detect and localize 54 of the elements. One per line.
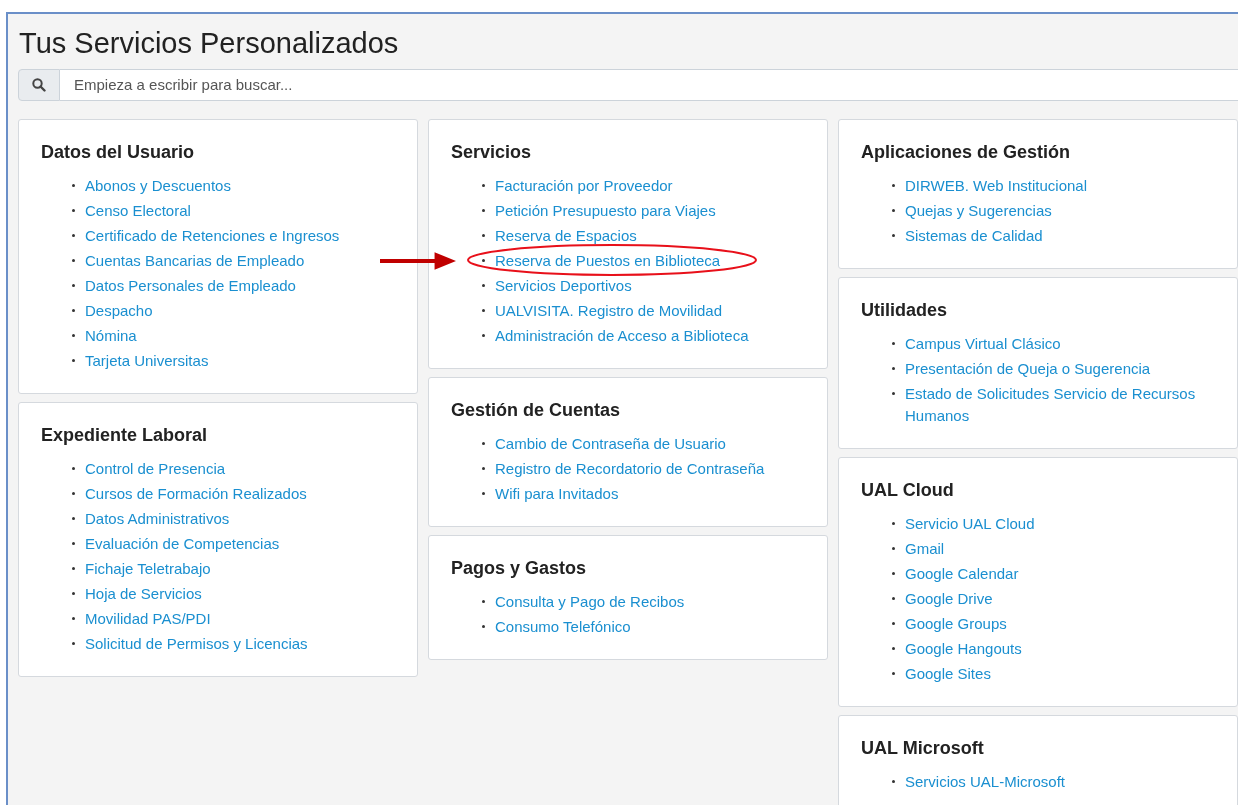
service-link[interactable]: Google Calendar [905, 561, 1019, 586]
service-link[interactable]: Facturación por Proveedor [495, 173, 673, 198]
card-title: Servicios [451, 141, 533, 164]
page-title: Tus Servicios Personalizados [19, 26, 400, 60]
search-icon [32, 78, 46, 92]
service-link[interactable]: Campus Virtual Clásico [905, 331, 1061, 356]
service-link[interactable]: Cuentas Bancarias de Empleado [85, 248, 305, 273]
service-link[interactable]: Wifi para Invitados [495, 481, 619, 506]
search-field[interactable]: Empieza a escribir para buscar... [60, 69, 1238, 101]
service-link[interactable]: DIRWEB. Web Institucional [905, 173, 1087, 198]
service-link[interactable]: Cursos de Formación Realizados [85, 481, 307, 506]
service-link[interactable]: Estado de Solicitudes Servicio de Recursos Humanos [905, 381, 1215, 428]
service-link[interactable]: Google Drive [905, 586, 993, 611]
service-link[interactable]: Movilidad PAS/PDI [85, 606, 211, 631]
service-link[interactable]: Censo Electoral [85, 198, 191, 223]
service-link[interactable]: Cambio de Contraseña de Usuario [495, 431, 726, 456]
card-title: Gestión de Cuentas [451, 399, 622, 422]
service-link[interactable]: Quejas y Sugerencias [905, 198, 1052, 223]
service-link[interactable]: Tarjeta Universitas [85, 348, 209, 373]
service-link[interactable]: Despacho [85, 298, 153, 323]
service-link[interactable]: Presentación de Queja o Sugerencia [905, 356, 1151, 381]
service-link[interactable]: Evaluación de Competencias [85, 531, 280, 556]
service-link[interactable]: Gmail [905, 536, 945, 561]
service-link[interactable]: Nómina [85, 323, 137, 348]
service-link[interactable]: Hoja de Servicios [85, 581, 202, 606]
service-link[interactable]: Consulta y Pago de Recibos [495, 589, 685, 614]
arrow-icon [380, 252, 456, 270]
service-link[interactable]: Consumo Telefónico [495, 614, 631, 639]
service-link[interactable]: Sistemas de Calidad [905, 223, 1043, 248]
service-link[interactable]: Control de Presencia [85, 456, 226, 481]
service-link[interactable]: Servicio UAL Cloud [905, 511, 1035, 536]
service-link[interactable]: Solicitud de Permisos y Licencias [85, 631, 308, 656]
card-title: Utilidades [861, 299, 949, 322]
service-link[interactable]: Fichaje Teletrabajo [85, 556, 211, 581]
service-link[interactable]: Google Hangouts [905, 636, 1022, 661]
card-title: UAL Microsoft [861, 737, 985, 760]
service-link[interactable]: Datos Administrativos [85, 506, 230, 531]
card-title: Datos del Usuario [41, 141, 196, 164]
card-title: UAL Cloud [861, 479, 955, 502]
card-title: Pagos y Gastos [451, 557, 588, 580]
service-link[interactable]: Reserva de Espacios [495, 223, 637, 248]
service-link[interactable]: Certificado de Retenciones e Ingresos [85, 223, 340, 248]
card-title: Aplicaciones de Gestión [861, 141, 1072, 164]
service-link[interactable]: Registro de Recordatorio de Contraseña [495, 456, 765, 481]
service-link[interactable]: Servicios UAL-Microsoft [905, 769, 1066, 794]
service-link[interactable]: Petición Presupuesto para Viajes [495, 198, 716, 223]
service-link[interactable]: Servicios Deportivos [495, 273, 632, 298]
service-link[interactable]: UALVISITA. Registro de Movilidad [495, 298, 723, 323]
service-link[interactable]: Administración de Acceso a Biblioteca [495, 323, 749, 348]
service-link[interactable]: Datos Personales de Empleado [85, 273, 296, 298]
service-link[interactable]: Google Sites [905, 661, 991, 686]
service-link[interactable]: Abonos y Descuentos [85, 173, 231, 198]
service-link[interactable]: Google Groups [905, 611, 1007, 636]
card-title: Expediente Laboral [41, 424, 209, 447]
